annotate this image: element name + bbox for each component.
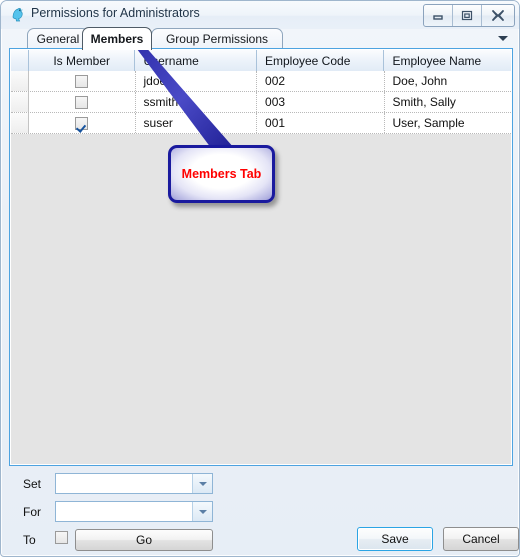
for-dropdown-value[interactable]	[56, 502, 192, 521]
cell-is-member[interactable]	[28, 113, 136, 133]
set-dropdown[interactable]	[55, 473, 213, 494]
cell-employee-name: Smith, Sally	[384, 92, 511, 112]
cell-employee-name: User, Sample	[384, 113, 511, 133]
members-grid[interactable]: Is Member Username Employee Code Employe…	[11, 50, 511, 464]
tab-strip: General Members Group Permissions	[9, 27, 513, 50]
table-row[interactable]: suser 001 User, Sample	[11, 113, 511, 134]
callout-box: Members Tab	[168, 145, 275, 203]
cell-is-member[interactable]	[28, 92, 136, 112]
cell-employee-name: Doe, John	[384, 71, 511, 91]
chevron-down-icon	[198, 481, 207, 486]
column-header-username[interactable]: Username	[135, 50, 257, 71]
cell-employee-code: 003	[257, 92, 385, 112]
tab-overflow-button[interactable]	[495, 31, 511, 45]
bottom-toolbar: Set For To Go Save Cancel	[9, 469, 519, 551]
tab-group-permissions-label: Group Permissions	[165, 32, 269, 46]
dialog-window: Permissions for Administrators General M…	[0, 0, 520, 557]
column-header-is-member[interactable]: Is Member	[28, 50, 136, 71]
grid-header-row: Is Member Username Employee Code Employe…	[11, 50, 511, 72]
cell-employee-code: 001	[257, 113, 385, 133]
tab-members[interactable]: Members	[82, 27, 152, 50]
close-button[interactable]	[482, 5, 514, 26]
cancel-button-label: Cancel	[462, 532, 500, 546]
row-selector[interactable]	[11, 92, 29, 112]
chevron-down-icon	[198, 509, 207, 514]
save-button[interactable]: Save	[357, 527, 433, 551]
table-row[interactable]: ssmith 003 Smith, Sally	[11, 92, 511, 113]
grid-body: jdoe 002 Doe, John ssmith 003 Smith, Sal…	[11, 71, 511, 464]
row-selector[interactable]	[11, 71, 29, 91]
set-label: Set	[23, 477, 42, 491]
window-controls	[423, 4, 515, 27]
grid-corner-cell[interactable]	[11, 50, 29, 71]
tab-group-permissions[interactable]: Group Permissions	[151, 28, 283, 49]
to-label: To	[23, 533, 36, 547]
is-member-checkbox[interactable]	[75, 95, 89, 109]
tab-general[interactable]: General	[27, 28, 89, 49]
cell-username: suser	[135, 113, 258, 133]
column-header-is-member-label: Is Member	[53, 53, 111, 68]
chevron-down-icon	[498, 35, 508, 41]
set-dropdown-value[interactable]	[56, 474, 192, 493]
column-header-employee-name-label: Employee Name	[392, 53, 482, 68]
cancel-button[interactable]: Cancel	[443, 527, 519, 551]
column-header-employee-code-label: Employee Code	[264, 53, 351, 68]
tab-general-label: General	[36, 32, 80, 46]
for-label: For	[23, 505, 41, 519]
column-header-employee-code[interactable]: Employee Code	[256, 50, 385, 71]
to-checkbox[interactable]	[55, 531, 68, 544]
bird-icon	[9, 6, 27, 24]
cell-username: ssmith	[135, 92, 258, 112]
is-member-checkbox[interactable]	[75, 74, 89, 88]
column-header-employee-name[interactable]: Employee Name	[384, 50, 511, 71]
is-member-checkbox[interactable]	[75, 116, 89, 130]
for-dropdown-arrow[interactable]	[192, 502, 212, 521]
save-button-label: Save	[381, 532, 409, 546]
callout-label: Members Tab	[181, 167, 262, 181]
minimize-button[interactable]	[424, 5, 453, 26]
for-dropdown[interactable]	[55, 501, 213, 522]
maximize-button[interactable]	[453, 5, 482, 26]
cell-username: jdoe	[135, 71, 258, 91]
cell-is-member[interactable]	[28, 71, 136, 91]
column-header-username-label: Username	[143, 53, 199, 68]
row-selector[interactable]	[11, 113, 29, 133]
window-title: Permissions for Administrators	[31, 6, 200, 20]
title-bar[interactable]: Permissions for Administrators	[1, 1, 519, 29]
table-row[interactable]: jdoe 002 Doe, John	[11, 71, 511, 92]
set-dropdown-arrow[interactable]	[192, 474, 212, 493]
cell-employee-code: 002	[257, 71, 385, 91]
go-button[interactable]: Go	[75, 529, 213, 551]
go-button-label: Go	[135, 533, 152, 547]
members-tab-panel: Is Member Username Employee Code Employe…	[9, 48, 513, 466]
tab-members-label: Members	[90, 32, 144, 46]
